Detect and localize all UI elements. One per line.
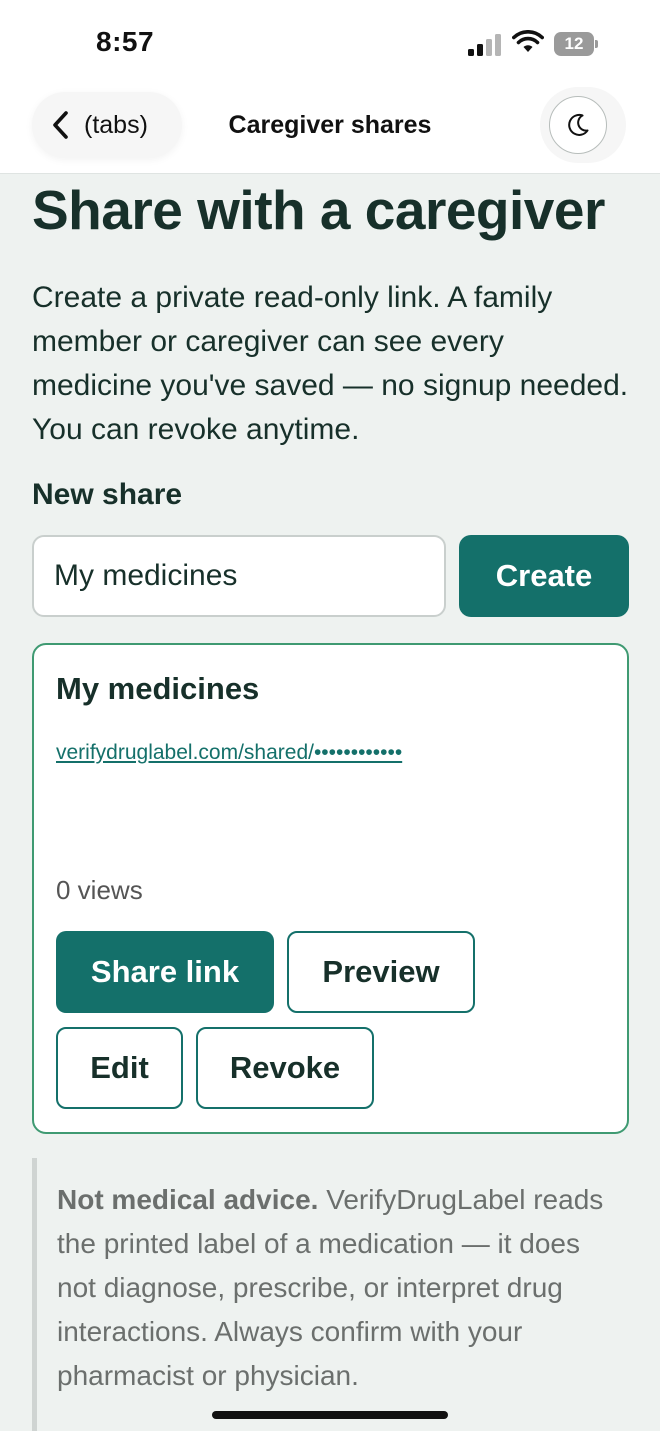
edit-button[interactable]: Edit: [56, 1027, 183, 1109]
page-title: Share with a caregiver: [32, 179, 605, 241]
battery-tip: [595, 40, 598, 48]
screen: 8:57 12 Caregiver shares (tabs) Share wi…: [0, 0, 660, 1431]
home-indicator[interactable]: [212, 1411, 448, 1419]
chevron-left-icon: [53, 111, 68, 139]
create-button[interactable]: Create: [459, 535, 629, 617]
intro-text: Create a private read-only link. A famil…: [32, 281, 629, 446]
revoke-button[interactable]: Revoke: [196, 1027, 374, 1109]
share-link-url[interactable]: verifydruglabel.com/shared/••••••••••••: [56, 741, 402, 765]
disclaimer-bold: Not medical advice.: [57, 1184, 319, 1215]
view-count: 0 views: [56, 875, 143, 905]
status-time: 8:57: [96, 26, 155, 57]
preview-button[interactable]: Preview: [287, 931, 475, 1013]
nav-bar: Caregiver shares (tabs): [0, 87, 660, 174]
share-card-title: My medicines: [56, 671, 260, 706]
theme-toggle-container: [540, 87, 626, 163]
battery-icon: 12: [554, 32, 598, 56]
theme-toggle-button[interactable]: [549, 96, 607, 154]
wifi-icon: [512, 30, 544, 52]
share-link-button[interactable]: Share link: [56, 931, 274, 1013]
back-label: (tabs): [84, 110, 148, 139]
moon-icon: [568, 113, 589, 136]
disclaimer: Not medical advice. VerifyDrugLabel read…: [32, 1158, 632, 1431]
cellular-signal-icon: [468, 34, 501, 56]
disclaimer-text: VerifyDrugLabel reads the printed label …: [57, 1184, 604, 1391]
back-button[interactable]: (tabs): [32, 92, 182, 158]
battery-level: 12: [554, 32, 594, 56]
share-name-input[interactable]: [32, 535, 446, 617]
share-card: My medicines verifydruglabel.com/shared/…: [32, 643, 629, 1134]
new-share-label: New share: [32, 478, 183, 511]
status-bar: 8:57 12: [0, 0, 660, 90]
